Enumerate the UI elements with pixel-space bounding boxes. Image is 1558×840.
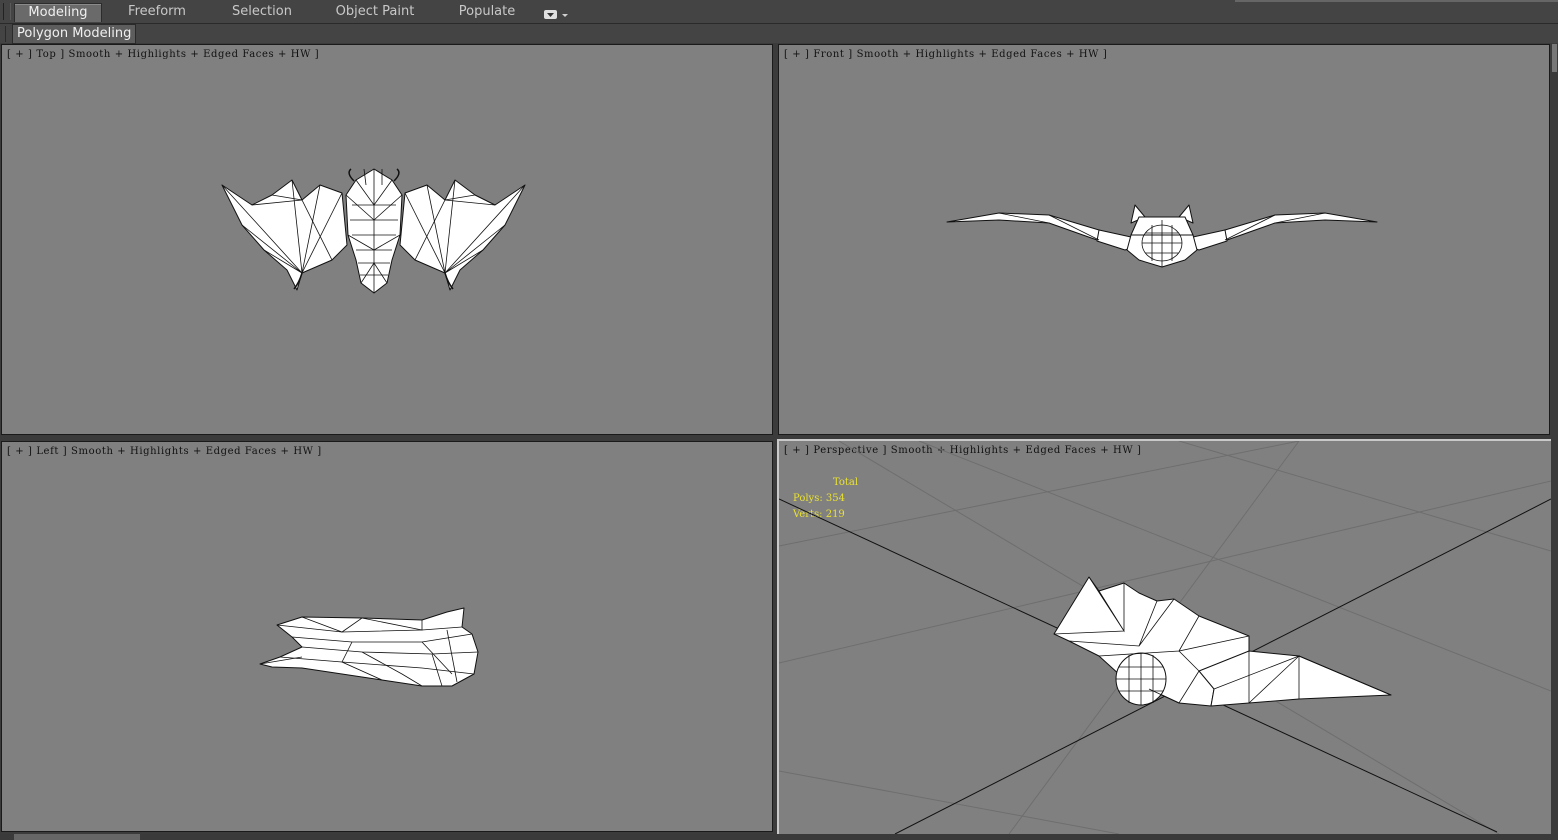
tab-polygon-modeling[interactable]: Polygon Modeling <box>12 24 137 44</box>
tab-selection[interactable]: Selection <box>222 3 302 21</box>
tab-object-paint[interactable]: Object Paint <box>330 3 420 21</box>
tab-modeling[interactable]: Modeling <box>14 3 102 22</box>
ribbon-panel-bar: Polygon Modeling <box>0 24 1558 44</box>
bat-mesh-top <box>221 168 526 294</box>
viewport-front[interactable]: [ + ] Front ] Smooth + Highlights + Edge… <box>778 44 1550 435</box>
scrollbar-thumb[interactable] <box>1552 44 1557 72</box>
viewport-top[interactable]: [ + ] Top ] Smooth + Highlights + Edged … <box>1 44 773 435</box>
ribbon-grip-handle[interactable] <box>3 3 11 20</box>
viewport-perspective[interactable]: [ + ] Perspective ] Smooth + Highlights … <box>777 439 1553 836</box>
time-slider[interactable] <box>14 834 140 840</box>
viewport-left[interactable]: [ + ] Left ] Smooth + Highlights + Edged… <box>1 441 773 832</box>
display-options-icon[interactable] <box>543 6 571 19</box>
bottom-bar <box>0 834 1558 840</box>
bat-mesh-front <box>946 204 1378 268</box>
panel-grip-handle[interactable] <box>5 26 9 42</box>
bat-mesh-left <box>259 607 479 687</box>
perspective-scene <box>779 441 1551 834</box>
right-scrollbar[interactable] <box>1551 44 1558 840</box>
ribbon-divider <box>1235 0 1558 2</box>
ribbon-tab-bar: Modeling Freeform Selection Object Paint… <box>0 0 1558 24</box>
tab-freeform[interactable]: Freeform <box>117 3 197 21</box>
tab-populate[interactable]: Populate <box>450 3 524 21</box>
